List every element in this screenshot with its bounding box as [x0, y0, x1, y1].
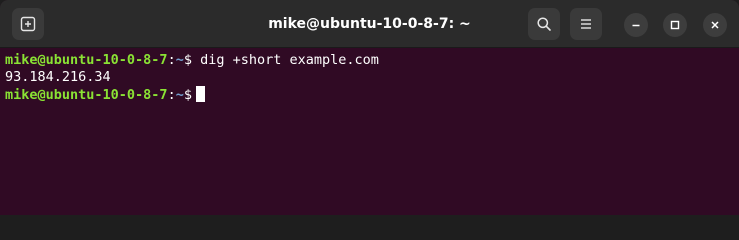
menu-button[interactable]: [570, 8, 602, 40]
terminal-line-output: 93.184.216.34: [5, 69, 734, 86]
maximize-button[interactable]: [663, 13, 687, 37]
minimize-icon: [632, 24, 640, 27]
prompt-user: mike@ubuntu-10-0-8-7: [5, 87, 168, 103]
new-tab-icon: [20, 16, 36, 32]
close-icon: [711, 21, 719, 29]
minimize-button[interactable]: [624, 13, 648, 37]
prompt-colon: :: [167, 52, 176, 68]
prompt-dollar: $: [183, 87, 192, 103]
close-button[interactable]: [703, 13, 727, 37]
prompt-dollar: $: [183, 52, 192, 68]
title-bar[interactable]: mike@ubuntu-10-0-8-7: ~: [0, 0, 739, 48]
hamburger-menu-icon: [581, 19, 591, 29]
prompt-colon: :: [167, 87, 176, 103]
terminal-output[interactable]: mike@ubuntu-10-0-8-7:~$ dig +short examp…: [0, 48, 739, 215]
new-tab-button[interactable]: [12, 8, 44, 40]
prompt-path: ~: [175, 87, 184, 103]
terminal-line-prompt: mike@ubuntu-10-0-8-7:~$: [5, 86, 734, 103]
terminal-window: mike@ubuntu-10-0-8-7: ~ mike@ubuntu-10-0…: [0, 0, 739, 215]
search-button[interactable]: [528, 8, 560, 40]
text-cursor: [195, 86, 205, 102]
maximize-icon: [670, 20, 680, 30]
terminal-line-command: mike@ubuntu-10-0-8-7:~$ dig +short examp…: [5, 52, 734, 69]
prompt-user: mike@ubuntu-10-0-8-7: [5, 52, 168, 68]
window-title: mike@ubuntu-10-0-8-7: ~: [268, 16, 471, 32]
output-text: 93.184.216.34: [5, 69, 111, 85]
prompt-path: ~: [175, 52, 184, 68]
search-icon: [537, 17, 551, 31]
command-text: dig +short example.com: [191, 52, 379, 68]
